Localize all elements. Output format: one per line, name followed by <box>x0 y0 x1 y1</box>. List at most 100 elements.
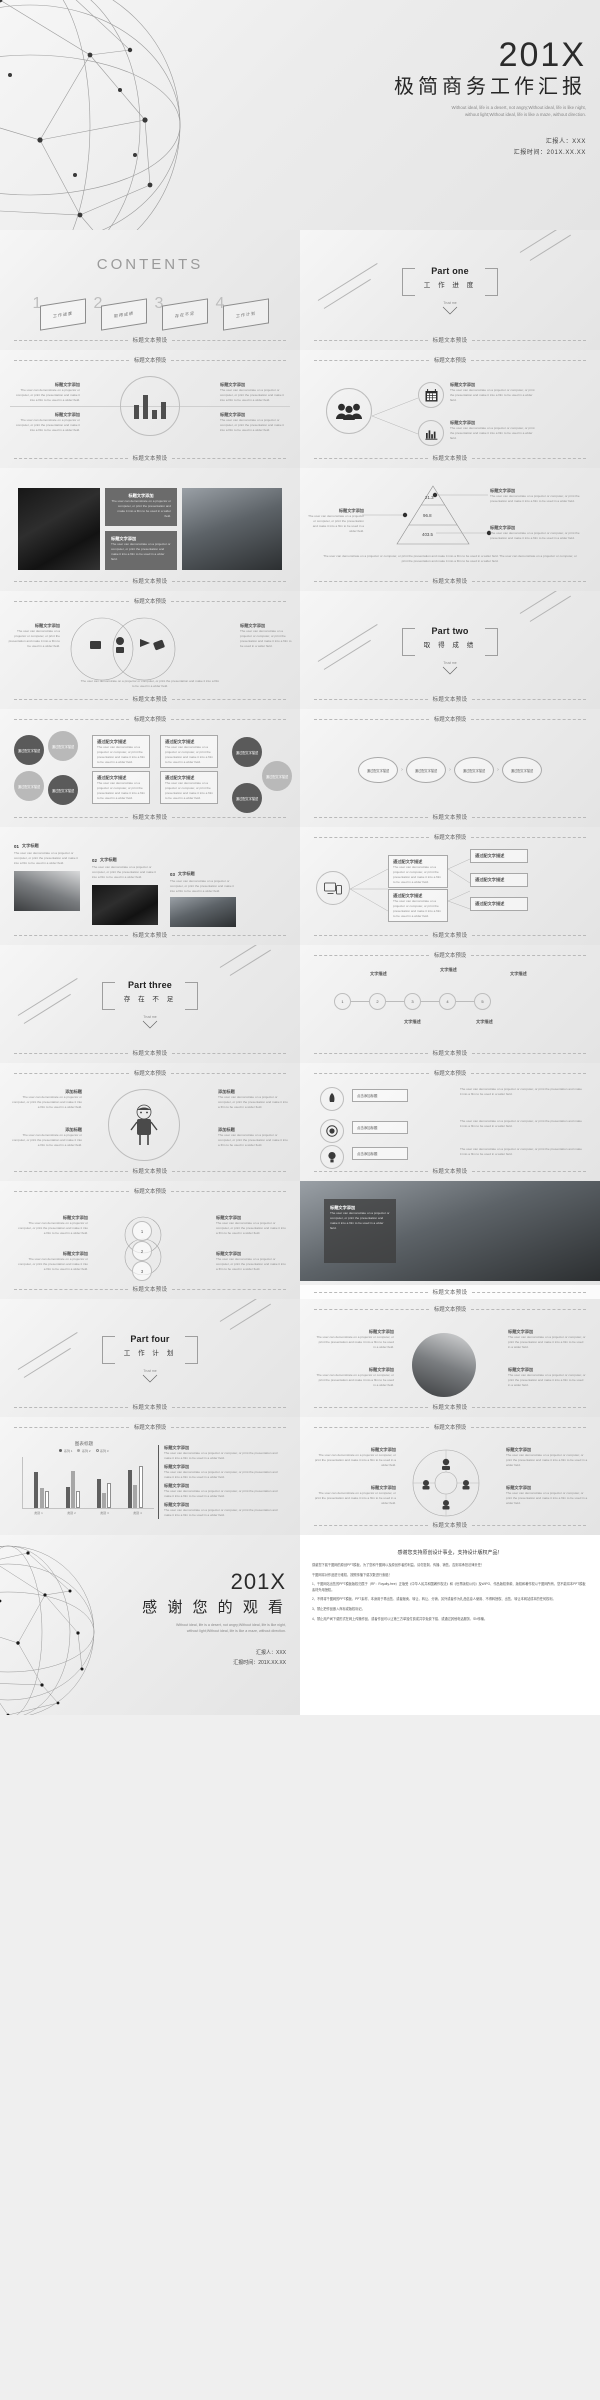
step-label: 文字描述 <box>370 971 387 976</box>
step-node[interactable]: 4 <box>439 993 456 1010</box>
arrow-right-icon: › <box>401 767 403 773</box>
numbered-node[interactable]: 3 <box>132 1261 152 1281</box>
bar-chart-slide: 标题文本预设 图表标题 系列 1 系列 2 系列 3 类别 1 类别 2 类别 … <box>0 1417 300 1535</box>
pill-body: The user can demonstrate on a projector … <box>97 781 145 800</box>
contents-item[interactable]: 3 存在不足 <box>155 293 208 331</box>
infinity-slide: 标题文本预设 1 2 3 标题文字添加 The user can demonst… <box>0 1181 300 1299</box>
leaf-node[interactable]: 通过配文字描述 <box>470 873 528 888</box>
leaf-node[interactable]: 通过配文字描述 <box>470 849 528 864</box>
pyramid-slide: 21.3 96.8 403.5 标题文字添加 The user can demo… <box>300 468 600 591</box>
flow-node[interactable]: 通过配文字描述 <box>502 757 542 783</box>
step-number: 4 <box>446 999 449 1004</box>
footer-title: 标题文本预设 <box>132 1287 168 1293</box>
bulb-icon-circle[interactable] <box>320 1145 344 1169</box>
bubble[interactable]: 通过配文字描述 <box>232 783 262 813</box>
bubble[interactable]: 通过配文字描述 <box>14 771 44 801</box>
part-two-slide: Part two 取 得 成 绩 Trust me 标题文本预设 <box>300 591 600 709</box>
footer-title: 标题文本预设 <box>432 456 468 462</box>
overlay-body: The user can demonstrate on a projector … <box>330 1211 390 1230</box>
chart-legend: 系列 1 系列 2 系列 3 <box>14 1449 154 1453</box>
globe-wireframe-icon <box>0 0 181 230</box>
hex-flow-slide: 标题文本预设 通过配文字描述 › 通过配文字描述 › 通过配文字描述 › 通过配… <box>300 709 600 827</box>
text-block: 标题文字添加 The user can demonstrate on a pro… <box>314 1485 396 1506</box>
grid-label[interactable]: 点击添加标题 <box>352 1147 408 1160</box>
step-number: 3 <box>411 999 414 1004</box>
item-body: The user can demonstrate on a projector … <box>170 879 234 893</box>
thanks-reporter: 汇报人：XXX <box>255 1650 286 1657</box>
flow-node[interactable]: 通过配文字描述 <box>454 757 494 783</box>
chart-icon-circle <box>418 420 444 446</box>
pyramid-value: 403.5 <box>422 532 433 537</box>
lightbulb-icon <box>328 1152 336 1163</box>
step-label: 文字描述 <box>510 971 527 976</box>
pill-label[interactable]: 通过配文字描述 The user can demonstrate on a pr… <box>92 771 150 805</box>
bubble[interactable]: 通过配文字描述 <box>48 731 78 761</box>
text-block: 标题文字添加 The user can demonstrate on a pro… <box>506 1485 588 1506</box>
numbered-node[interactable]: 1 <box>132 1221 152 1241</box>
flow-node-label: 通过配文字描述 <box>414 768 438 773</box>
text-block: 标题文字添加 The user can demonstrate on a pro… <box>8 623 60 648</box>
block-body: The user can demonstrate on a projector … <box>490 531 580 541</box>
footer-title: 标题文本预设 <box>132 1169 168 1175</box>
contents-item[interactable]: 2 取得成绩 <box>94 293 147 331</box>
step-node[interactable]: 1 <box>334 993 351 1010</box>
rocket-icon-circle[interactable] <box>320 1087 344 1111</box>
pill-label[interactable]: 通过配文字描述 The user can demonstrate on a pr… <box>160 735 218 769</box>
target-icon-circle[interactable] <box>320 1119 344 1143</box>
leaf-node[interactable]: 通过配文字描述 <box>470 897 528 912</box>
legend-item: 系列 3 <box>95 1449 109 1453</box>
arrow-right-icon: › <box>497 767 499 773</box>
grid-label[interactable]: 点击添加标题 <box>352 1121 408 1134</box>
block-body: The user can demonstrate on a projector … <box>314 1491 396 1505</box>
text-block: 标题文字添加 The user can demonstrate on a pro… <box>220 412 288 433</box>
bubble[interactable]: 通过配文字描述 <box>232 737 262 767</box>
hub-node[interactable] <box>316 871 350 905</box>
numbered-item[interactable]: 03 文字标题 <box>170 871 195 877</box>
step-node[interactable]: 5 <box>474 993 491 1010</box>
thanks-year: 201X <box>230 1569 286 1594</box>
text-block: 添加标题 The user can demonstrate on a proje… <box>218 1089 288 1110</box>
numbered-node[interactable]: 2 <box>132 1241 152 1261</box>
overlay-card: 标题文字添加 The user can demonstrate on a pro… <box>324 1199 396 1263</box>
step-node[interactable]: 2 <box>369 993 386 1010</box>
block-body: The user can demonstrate on a projector … <box>18 1221 88 1235</box>
numbered-item[interactable]: 01 文字标题 <box>14 843 39 849</box>
part-title-cn: 工 作 进 度 <box>423 281 477 289</box>
step-node[interactable]: 3 <box>404 993 421 1010</box>
block-body: The user can demonstrate on a projector … <box>16 388 80 402</box>
flow-node[interactable]: 通过配文字描述 <box>358 757 398 783</box>
bubble[interactable]: 通过配文字描述 <box>14 735 44 765</box>
text-block: 标题文字添加 The user can demonstrate on a pro… <box>240 623 292 648</box>
branch-node[interactable]: 通过配文字描述 The user can demonstrate on a pr… <box>388 855 448 889</box>
chart-x-labels: 类别 1 类别 2 类别 3 类别 4 <box>22 1511 154 1515</box>
part-one-slide: Part one 工 作 进 度 Trust me 标题文本预设 <box>300 230 600 350</box>
pill-label[interactable]: 通过配文字描述 The user can demonstrate on a pr… <box>160 771 218 805</box>
cover-subtitle-line2: without light;Without ideal, life is lik… <box>464 112 586 118</box>
numbered-item[interactable]: 02 文字标题 <box>92 857 117 863</box>
rocket-icon <box>328 1093 336 1105</box>
text-block: 标题文字添加 The user can demonstrate on a pro… <box>216 1215 286 1236</box>
block-body: The user can demonstrate on a projector … <box>12 1133 82 1147</box>
text-block: 标题文字添加 The user can demonstrate on a pro… <box>12 382 80 403</box>
grid-label[interactable]: 点击添加标题 <box>352 1089 408 1102</box>
text-card: 标题文字添加 The user can demonstrate on a pro… <box>105 488 177 526</box>
branch-node[interactable]: 通过配文字描述 The user can demonstrate on a pr… <box>388 889 448 923</box>
block-body: The user can demonstrate on a projector … <box>218 1133 288 1147</box>
connector-lines <box>372 397 418 435</box>
footer-title: 标题文本预设 <box>432 815 468 821</box>
pill-label[interactable]: 通过配文字描述 The user can demonstrate on a pr… <box>92 735 150 769</box>
text-block: 标题文字添加 The user can demonstrate on a pro… <box>450 382 536 403</box>
flow-node[interactable]: 通过配文字描述 <box>406 757 446 783</box>
copyright-paragraph: 感谢您下载千图网的原创PPT模板，为了您和千图网以及原创作者的利益，请勿复制、传… <box>312 1563 484 1567</box>
leader-line <box>432 492 488 498</box>
pill-body: The user can demonstrate on a projector … <box>97 745 145 764</box>
contents-item[interactable]: 4 工作计划 <box>216 293 269 331</box>
bubble[interactable]: 通过配文字描述 <box>48 775 78 805</box>
bubble-label: 通过配文字描述 <box>51 788 75 793</box>
contents-item[interactable]: 1 工作进度 <box>33 293 86 331</box>
grid-label-text: 点击添加标题 <box>357 1152 378 1156</box>
branch-body: The user can demonstrate on a projector … <box>393 865 441 884</box>
step-number: 1 <box>341 999 344 1004</box>
bubble[interactable]: 通过配文字描述 <box>262 761 292 791</box>
card-body: The user can demonstrate on a projector … <box>111 499 171 518</box>
